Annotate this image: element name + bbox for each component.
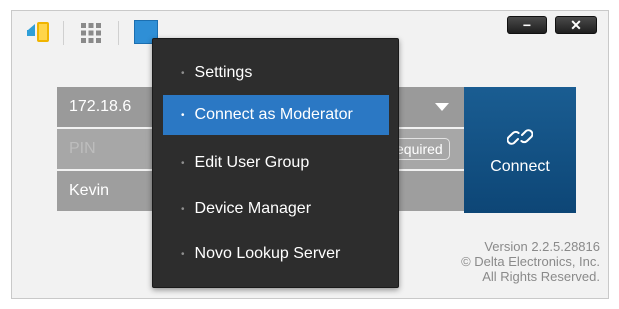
menu-item-settings[interactable]: • Settings: [163, 53, 389, 93]
menu-item-novo-lookup-server[interactable]: • Novo Lookup Server: [163, 234, 389, 274]
menu-item-label: Settings: [194, 64, 253, 81]
menu-item-edit-user-group[interactable]: • Edit User Group: [163, 143, 389, 183]
name-value: Kevin: [69, 182, 110, 199]
connect-button[interactable]: Connect: [464, 87, 576, 213]
ip-address-value: 172.18.6: [69, 98, 132, 115]
bullet-icon: •: [181, 67, 185, 79]
menu-item-device-manager[interactable]: • Device Manager: [163, 189, 389, 229]
settings-menu: • Settings • Connect as Moderator • Edit…: [152, 38, 399, 288]
pin-placeholder: PIN: [69, 140, 96, 157]
bullet-icon: •: [181, 109, 185, 121]
menu-item-label: Edit User Group: [194, 154, 310, 171]
minimize-button[interactable]: −: [507, 16, 547, 34]
menu-item-connect-as-moderator[interactable]: • Connect as Moderator: [163, 95, 389, 135]
bullet-icon: •: [181, 157, 185, 169]
copyright-text: © Delta Electronics, Inc.: [461, 254, 600, 269]
app-window: − ✕ 172.18.6 PIN equired Kevin Connect V…: [11, 10, 609, 299]
menu-item-label: Novo Lookup Server: [194, 245, 341, 262]
connect-label: Connect: [490, 158, 550, 175]
app-logo-icon[interactable]: [26, 20, 52, 44]
close-button[interactable]: ✕: [555, 16, 597, 34]
rights-text: All Rights Reserved.: [482, 269, 600, 284]
menu-item-label: Connect as Moderator: [194, 106, 353, 123]
titlebar-divider: [118, 21, 119, 45]
bullet-icon: •: [181, 203, 185, 215]
version-text: Version 2.2.5.28816: [484, 239, 600, 254]
version-info: Version 2.2.5.28816 © Delta Electronics,…: [461, 239, 600, 284]
grid-icon[interactable]: [80, 22, 102, 44]
chevron-down-icon[interactable]: [435, 103, 449, 111]
titlebar-divider: [63, 21, 64, 45]
menu-item-label: Device Manager: [194, 200, 312, 217]
bullet-icon: •: [181, 248, 185, 260]
link-icon: [507, 129, 533, 145]
